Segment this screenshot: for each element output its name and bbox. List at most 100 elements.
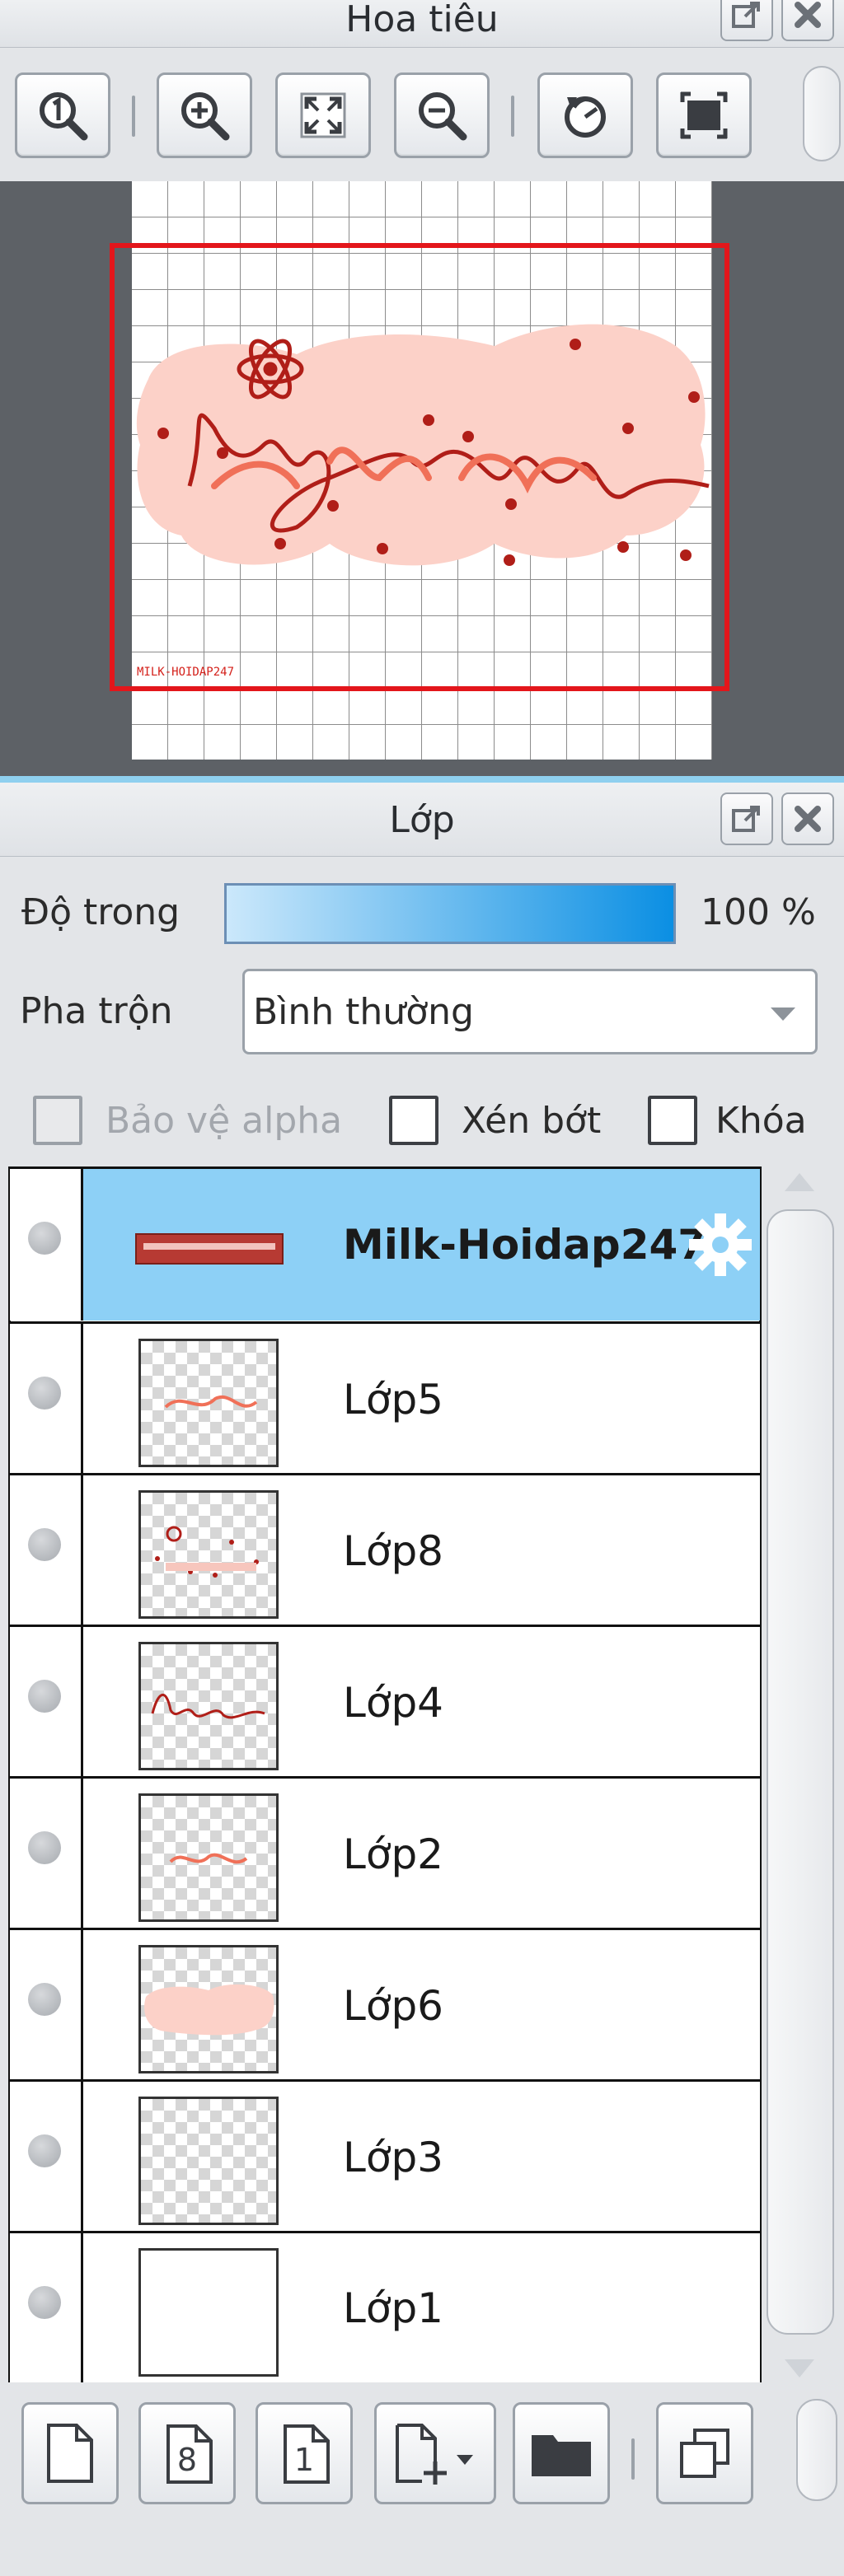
new-1bit-label: 1 bbox=[293, 2442, 315, 2478]
protect-alpha-checkbox[interactable]: Bảo vệ alpha bbox=[33, 1096, 342, 1145]
visibility-dot-icon bbox=[28, 1528, 61, 1561]
layer-visibility-toggle[interactable] bbox=[10, 2233, 83, 2382]
clipping-label: Xén bớt bbox=[462, 1099, 602, 1142]
new-1bit-layer-button[interactable]: 1 bbox=[256, 2402, 353, 2504]
layer-visibility-toggle[interactable] bbox=[10, 1627, 83, 1779]
scroll-down-arrow-icon[interactable] bbox=[783, 2358, 816, 2379]
actual-size-button[interactable] bbox=[15, 72, 110, 158]
fit-screen-icon bbox=[300, 92, 346, 138]
navigator-toolbar bbox=[0, 49, 844, 181]
layer-thumbnail bbox=[138, 1793, 279, 1922]
bottom-toolbar-scrollbar-thumb[interactable] bbox=[796, 2399, 837, 2501]
blend-mode-label: Pha trộn bbox=[20, 990, 173, 1032]
layer-list-scrollbar-thumb[interactable] bbox=[767, 1209, 834, 2335]
protect-alpha-box bbox=[33, 1096, 82, 1145]
layer-name[interactable]: Lớp5 bbox=[343, 1324, 443, 1475]
visibility-dot-icon bbox=[28, 1222, 61, 1255]
layer-row[interactable]: Lớp4 bbox=[10, 1625, 760, 1779]
layer-list-scrollbar[interactable] bbox=[767, 1166, 834, 2382]
visibility-dot-icon bbox=[28, 1831, 61, 1864]
layer-visibility-toggle[interactable] bbox=[10, 1475, 83, 1627]
navigator-title: Hoa tiêu bbox=[345, 0, 499, 40]
layers-title-bar: Lớp bbox=[0, 783, 844, 857]
layer-visibility-toggle[interactable] bbox=[10, 1779, 83, 1930]
layer-visibility-toggle[interactable] bbox=[10, 2082, 83, 2233]
new-layer-button[interactable] bbox=[21, 2402, 119, 2504]
navigator-close-button[interactable] bbox=[781, 0, 834, 41]
close-icon bbox=[795, 2, 821, 28]
layer-visibility-toggle[interactable] bbox=[10, 1324, 83, 1475]
layer-list: Milk-Hoidap247 Lớp5 Lớp8 Lớp4 Lớp2 Lớp6 … bbox=[0, 1166, 844, 2386]
thumbnail-text-strip bbox=[143, 1243, 275, 1250]
duplicate-layer-button[interactable] bbox=[656, 2402, 753, 2504]
layer-name[interactable]: Lớp3 bbox=[343, 2082, 443, 2233]
layer-row[interactable]: Lớp3 bbox=[10, 2079, 760, 2233]
panel-divider bbox=[0, 776, 844, 783]
layer-name[interactable]: Lớp2 bbox=[343, 1779, 443, 1930]
fullscreen-icon bbox=[680, 91, 728, 139]
new-8bit-layer-button[interactable]: 8 bbox=[138, 2402, 236, 2504]
undock-icon bbox=[732, 2, 760, 28]
lock-label: Khóa bbox=[715, 1099, 807, 1142]
zoom-out-icon bbox=[419, 92, 467, 141]
rotate-button[interactable] bbox=[537, 72, 633, 158]
visibility-dot-icon bbox=[28, 1680, 61, 1713]
layers-close-button[interactable] bbox=[781, 792, 834, 845]
fit-screen-button[interactable] bbox=[275, 72, 371, 158]
layer-thumbnail bbox=[138, 1642, 279, 1770]
opacity-slider-fill bbox=[227, 886, 673, 942]
opacity-label: Độ trong bbox=[21, 891, 181, 933]
toolbar-scrollbar-thumb[interactable] bbox=[803, 66, 841, 161]
navigator-undock-button[interactable] bbox=[720, 0, 773, 41]
layer-name[interactable]: Lớp1 bbox=[343, 2233, 443, 2382]
layer-thumbnail bbox=[138, 2248, 279, 2377]
layer-row[interactable]: Lớp6 bbox=[10, 1928, 760, 2082]
layer-name[interactable]: Milk-Hoidap247 bbox=[343, 1169, 706, 1321]
clipping-box bbox=[389, 1096, 438, 1145]
lock-checkbox[interactable]: Khóa bbox=[648, 1096, 807, 1145]
gear-icon[interactable] bbox=[684, 1209, 757, 1281]
layer-row[interactable]: Lớp8 bbox=[10, 1473, 760, 1627]
undock-icon bbox=[732, 806, 760, 832]
layer-thumbnail bbox=[138, 1490, 279, 1619]
layer-row[interactable]: Lớp5 bbox=[10, 1321, 760, 1475]
watermark-text: MILK-HOIDAP247 bbox=[137, 666, 235, 679]
layer-name[interactable]: Lớp4 bbox=[343, 1627, 443, 1779]
layer-thumbnail bbox=[138, 1339, 279, 1467]
layer-visibility-toggle[interactable] bbox=[10, 1169, 83, 1321]
fullscreen-button[interactable] bbox=[656, 72, 752, 158]
chevron-down-icon bbox=[771, 1007, 795, 1021]
opacity-value: 100 % bbox=[701, 891, 816, 933]
layers-undock-button[interactable] bbox=[720, 792, 773, 845]
clipping-checkbox[interactable]: Xén bớt bbox=[389, 1096, 601, 1145]
layer-name[interactable]: Lớp8 bbox=[343, 1475, 443, 1627]
canvas-preview bbox=[110, 181, 729, 760]
visibility-dot-icon bbox=[28, 1377, 61, 1410]
toolbar-separator bbox=[631, 2438, 635, 2480]
scroll-up-arrow-icon[interactable] bbox=[783, 1171, 816, 1193]
blend-mode-select[interactable]: Bình thường bbox=[242, 969, 818, 1054]
close-icon bbox=[795, 806, 821, 832]
protect-alpha-label: Bảo vệ alpha bbox=[106, 1099, 343, 1142]
navigator-title-bar: Hoa tiêu bbox=[0, 0, 844, 48]
layer-row[interactable]: Milk-Hoidap247 bbox=[10, 1169, 760, 1321]
add-layer-dropdown-button[interactable] bbox=[374, 2402, 496, 2504]
layers-title: Lớp bbox=[389, 799, 455, 841]
layer-visibility-toggle[interactable] bbox=[10, 1930, 83, 2082]
layer-row[interactable]: Lớp2 bbox=[10, 1776, 760, 1930]
toolbar-separator bbox=[132, 96, 135, 137]
zoom-in-button[interactable] bbox=[157, 72, 252, 158]
new-8bit-label: 8 bbox=[176, 2442, 198, 2478]
rotate-icon bbox=[565, 96, 606, 138]
zoom-out-button[interactable] bbox=[394, 72, 490, 158]
layer-name[interactable]: Lớp6 bbox=[343, 1930, 443, 2082]
navigator-preview[interactable]: MILK-HOIDAP247 bbox=[0, 181, 844, 776]
folder-icon bbox=[532, 2435, 591, 2476]
new-folder-button[interactable] bbox=[513, 2402, 610, 2504]
blend-mode-value: Bình thường bbox=[253, 991, 474, 1033]
opacity-slider[interactable] bbox=[224, 883, 676, 944]
toolbar-separator bbox=[511, 96, 514, 137]
layer-row[interactable]: Lớp1 bbox=[10, 2231, 760, 2382]
zoom-in-icon bbox=[181, 92, 230, 141]
visibility-dot-icon bbox=[28, 2286, 61, 2319]
